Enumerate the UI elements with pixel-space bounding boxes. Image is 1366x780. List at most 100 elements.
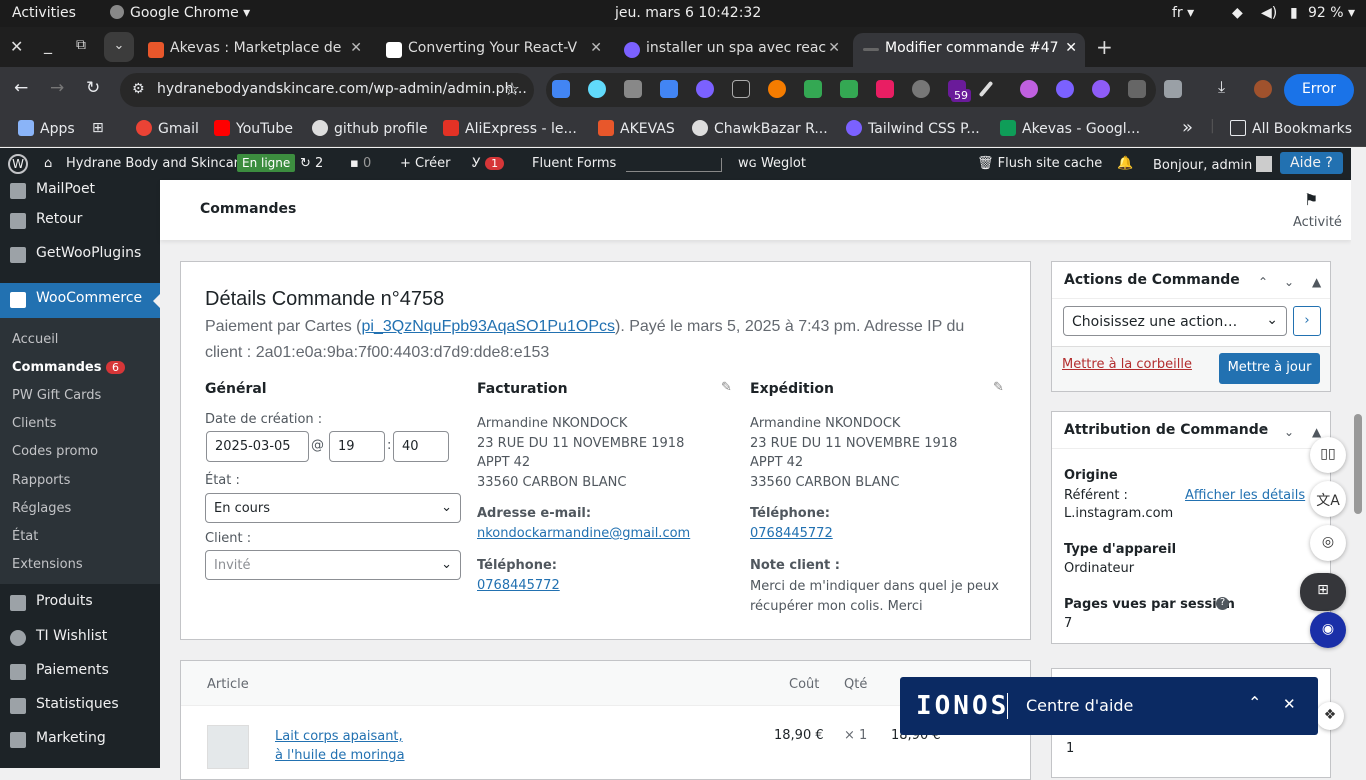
app-menu[interactable]: Google Chrome ▾ — [110, 5, 250, 21]
mobile-view-icon[interactable] — [624, 80, 642, 98]
activity-button[interactable]: Activité — [1293, 215, 1342, 230]
close-icon[interactable]: ✕ — [1283, 695, 1296, 713]
reload-icon[interactable]: ↻ — [86, 78, 100, 98]
submenu-clients[interactable]: Clients — [12, 416, 56, 431]
tab-close-icon[interactable]: ✕ — [350, 40, 362, 56]
sidebar-item-getwooplugins[interactable]: GetWooPlugins — [0, 238, 160, 272]
hour-field[interactable]: 19 — [329, 431, 385, 462]
bookmark-github[interactable]: github profile — [312, 120, 428, 137]
minimize-icon[interactable]: _ — [44, 35, 52, 54]
new-tab-icon[interactable]: + — [1096, 35, 1113, 59]
product-link[interactable]: Lait corps apaisant, à l'huile de moringa — [275, 727, 405, 765]
bookmark-akevas[interactable]: AKEVAS — [598, 120, 675, 137]
bookmark-gmail[interactable]: Gmail — [136, 120, 199, 137]
submenu-rapports[interactable]: Rapports — [12, 473, 70, 488]
payment-intent-link[interactable]: pi_3QzNquFpb93AqaSO1Pu1OPcs — [362, 318, 615, 335]
docs-extension-icon[interactable] — [660, 80, 678, 98]
bookmark-tailwind[interactable]: Tailwind CSS P... — [846, 120, 980, 137]
activities-button[interactable]: Activities — [12, 5, 76, 21]
tab-search-chevron-icon[interactable]: ⌄ — [104, 32, 134, 62]
page-scrollbar[interactable] — [1351, 148, 1366, 768]
ionos-help-widget[interactable]: IONOS Centre d'aide ⌃ ✕ — [900, 677, 1318, 735]
compass-extension-icon[interactable] — [912, 80, 930, 98]
restore-icon[interactable]: ⧉ — [76, 37, 86, 53]
customer-select[interactable]: Invité ⌄ — [205, 550, 461, 580]
flame-extension-icon[interactable] — [768, 80, 786, 98]
download-extension-icon[interactable] — [804, 80, 822, 98]
tab-close-icon[interactable]: ✕ — [1065, 40, 1077, 56]
site-info-icon[interactable]: ⚙ — [132, 81, 145, 97]
comments-link[interactable]: ▪ 0 — [350, 156, 371, 171]
gear-extension-icon[interactable] — [696, 80, 714, 98]
grid-extension-icon[interactable] — [876, 80, 894, 98]
wordpress-logo-icon[interactable]: W — [8, 154, 28, 174]
toggle-panel-icon[interactable]: ▲ — [1312, 275, 1321, 289]
move-down-chevron-icon[interactable]: ⌄ — [1284, 425, 1294, 439]
product-thumbnail[interactable] — [207, 725, 249, 769]
submenu-extensions[interactable]: Extensions — [12, 557, 83, 572]
react-extension-icon[interactable] — [1092, 80, 1110, 98]
grid-apps-icon[interactable]: ⊞ — [92, 120, 104, 136]
bookmarks-overflow-icon[interactable]: » — [1182, 117, 1193, 138]
bookmark-star-icon[interactable]: ☆ — [504, 79, 520, 100]
close-window-icon[interactable]: ✕ — [10, 37, 23, 56]
react-devtools-icon[interactable] — [588, 80, 606, 98]
submenu-pw-gift-cards[interactable]: PW Gift Cards — [12, 388, 101, 403]
fluent-forms-link[interactable]: Fluent Forms — [532, 156, 616, 171]
expand-chevron-icon[interactable]: ⌃ — [1248, 693, 1261, 712]
show-details-link[interactable]: Afficher les détails — [1185, 488, 1305, 503]
translate-icon[interactable]: 文A — [1310, 481, 1346, 517]
sidebar-item-marketing[interactable]: Marketing — [0, 723, 160, 757]
billing-phone-link[interactable]: 0768445772 — [477, 578, 560, 593]
apply-action-button[interactable]: › — [1293, 306, 1321, 336]
new-content-link[interactable]: + Créer — [400, 156, 451, 171]
flush-cache-link[interactable]: 🗑 Flush site cache — [977, 156, 1102, 171]
sidebar-item-paiements[interactable]: Paiements — [0, 655, 160, 689]
help-tip-icon[interactable]: ? — [1216, 597, 1229, 610]
submenu-etat[interactable]: État — [12, 529, 38, 544]
wifi-icon[interactable]: ◆ — [1232, 5, 1243, 21]
clock[interactable]: jeu. mars 6 10:42:32 — [615, 5, 761, 21]
sidebar-item-woocommerce[interactable]: WooCommerce — [0, 283, 161, 318]
tab-close-icon[interactable]: ✕ — [590, 40, 602, 56]
scrollbar-thumb[interactable] — [1354, 414, 1362, 514]
tab-modifier-commande[interactable]: Modifier commande #47 ✕ — [853, 33, 1085, 67]
volume-icon[interactable]: ◀) — [1261, 5, 1277, 21]
address-bar[interactable]: ⚙ hydranebodyandskincare.com/wp-admin/ad… — [120, 73, 534, 107]
sidebar-item-statistiques[interactable]: Statistiques — [0, 689, 160, 723]
profile-avatar[interactable] — [1254, 80, 1272, 98]
weglot-link[interactable]: ᴡɢ Weglot — [738, 156, 806, 171]
update-button[interactable]: Mettre à jour — [1219, 353, 1320, 384]
downloads-icon[interactable]: ⤓ — [1218, 77, 1236, 96]
home-icon[interactable]: ⌂ — [44, 156, 52, 171]
translate-extension-icon[interactable] — [552, 80, 570, 98]
submenu-reglages[interactable]: Réglages — [12, 501, 71, 516]
site-name-link[interactable]: Hydrane Body and Skincare — [66, 156, 247, 171]
tab-medium[interactable]: Converting Your React-V ✕ — [376, 33, 610, 67]
toggle-panel-icon[interactable]: ▲ — [1312, 425, 1321, 439]
sidebar-item-retour[interactable]: Retour — [0, 204, 160, 238]
yoast-menu[interactable]: Ꭹ 1 — [472, 156, 505, 171]
submenu-accueil[interactable]: Accueil — [12, 332, 58, 347]
submenu-codes-promo[interactable]: Codes promo — [12, 444, 98, 459]
bookmark-chawkbazar[interactable]: ChawkBazar R... — [692, 120, 828, 137]
account-menu[interactable]: Bonjour, admin — [1153, 156, 1273, 173]
brain-assistant-icon[interactable]: ❖ — [1316, 702, 1344, 730]
cube-extension-icon[interactable] — [732, 80, 750, 98]
sidebar-item-mailpoet[interactable]: MailPoet — [0, 174, 160, 208]
minute-field[interactable]: 40 — [393, 431, 449, 462]
error-button[interactable]: Error — [1284, 74, 1354, 106]
broadcast-icon[interactable]: ◎ — [1310, 525, 1346, 561]
edit-shipping-pencil-icon[interactable]: ✎ — [993, 380, 1004, 395]
order-status-select[interactable]: En cours ⌄ — [205, 493, 461, 523]
updates-link[interactable]: ↻ 2 — [300, 156, 323, 171]
tab-spa[interactable]: installer un spa avec reac ✕ — [614, 33, 848, 67]
back-icon[interactable]: ← — [14, 78, 28, 98]
sidebar-item-ti-wishlist[interactable]: TI Wishlist — [0, 621, 160, 655]
bookmark-aliexpress[interactable]: AliExpress - le... — [443, 120, 577, 137]
sidebar-item-produits[interactable]: Produits — [0, 586, 160, 620]
flag-icon[interactable]: ⚑ — [1304, 190, 1318, 209]
bookmark-youtube[interactable]: YouTube — [214, 120, 293, 137]
battery-icon[interactable]: ▮ — [1290, 5, 1298, 21]
all-bookmarks[interactable]: All Bookmarks — [1230, 120, 1352, 137]
